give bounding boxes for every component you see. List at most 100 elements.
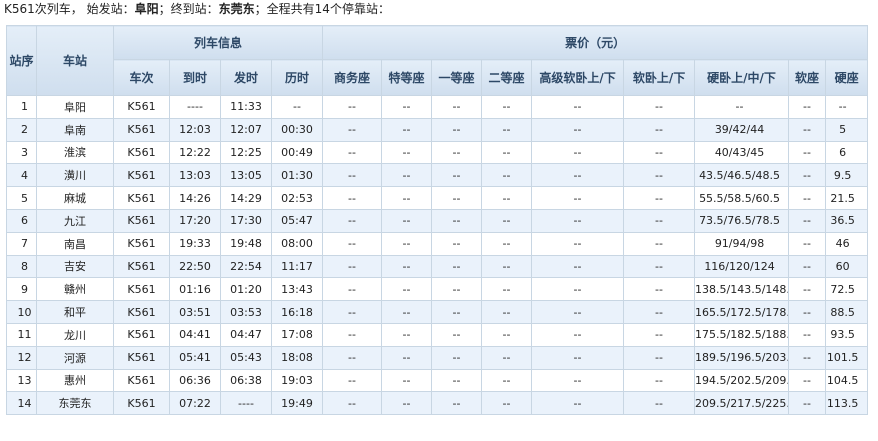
cell-station[interactable]: 龙川 (36, 322, 114, 347)
cell-hard-seat: 5 (825, 117, 869, 142)
cell-special-seat: -- (381, 391, 433, 416)
table-row: 3 淮滨 K561 12:22 12:25 00:49 -- -- -- -- -- -- 40/43/… (6, 140, 869, 165)
cell-seq: 8 (6, 254, 37, 279)
cell-deluxe-soft-sleeper: -- (531, 391, 625, 416)
cell-business-seat: -- (322, 208, 383, 233)
cell-station[interactable]: 东莞东 (36, 391, 114, 416)
cell-duration: 16:18 (270, 300, 324, 324)
cell-duration: 08:00 (270, 231, 324, 256)
header-soft-seat: 软座 (788, 59, 827, 96)
table-row: 5 麻城 K561 14:26 14:29 02:53 -- -- -- -- -- -- 55.5/5… (6, 186, 869, 210)
table-row: 7 南昌 K561 19:33 19:48 08:00 -- -- -- -- -- -- 91/94/… (6, 231, 869, 256)
cell-arrive: 12:03 (169, 117, 221, 142)
cell-arrive: 03:51 (169, 300, 221, 324)
train-summary: K561次列车， 始发站：阜阳；终到站：东莞东；全程共有14个停靠站： (4, 1, 390, 17)
cell-soft-seat: -- (788, 368, 827, 393)
cell-station[interactable]: 阜南 (36, 117, 114, 142)
cell-hard-seat: 9.5 (825, 163, 869, 188)
cell-soft-seat: -- (788, 254, 827, 279)
cell-arrive: 22:50 (169, 254, 221, 279)
cell-hard-seat: 101.5 (825, 345, 869, 370)
cell-first-class: -- (431, 391, 483, 416)
cell-special-seat: -- (381, 186, 433, 210)
cell-train-no: K561 (113, 277, 170, 302)
cell-hard-sleeper: 43.5/46.5/48.5 (694, 163, 790, 188)
cell-arrive: 01:16 (169, 277, 221, 302)
table-row: 14 东莞东 K561 07:22 ---- 19:49 -- -- -- -- -- -- 209.5… (6, 391, 869, 416)
cell-hard-sleeper: 116/120/124 (694, 254, 790, 279)
cell-seq: 1 (6, 95, 37, 119)
cell-seq: 11 (6, 322, 37, 347)
cell-depart: 01:20 (220, 277, 272, 302)
cell-hard-seat: 36.5 (825, 208, 869, 233)
cell-arrive: 13:03 (169, 163, 221, 188)
header-special-seat: 特等座 (381, 59, 433, 96)
cell-business-seat: -- (322, 186, 383, 210)
cell-depart: 03:53 (220, 300, 272, 324)
cell-first-class: -- (431, 186, 483, 210)
header-business-seat: 商务座 (322, 59, 383, 96)
cell-depart: 12:07 (220, 117, 272, 142)
cell-train-no: K561 (113, 345, 170, 370)
cell-second-class: -- (481, 345, 533, 370)
header-soft-sleeper: 软卧上/下 (623, 59, 696, 96)
cell-soft-sleeper: -- (623, 300, 696, 324)
cell-soft-seat: -- (788, 300, 827, 324)
cell-second-class: -- (481, 163, 533, 188)
cell-station[interactable]: 吉安 (36, 254, 114, 279)
cell-hard-seat: 113.5 (825, 391, 869, 416)
cell-special-seat: -- (381, 368, 433, 393)
cell-duration: 02:53 (270, 186, 324, 210)
cell-station[interactable]: 河源 (36, 345, 114, 370)
cell-depart: 04:47 (220, 322, 272, 347)
train-number-text: K561次列车， (4, 2, 83, 16)
header-fare: 票价（元） (322, 25, 869, 60)
cell-deluxe-soft-sleeper: -- (531, 208, 625, 233)
cell-deluxe-soft-sleeper: -- (531, 231, 625, 256)
cell-seq: 12 (6, 345, 37, 370)
cell-station[interactable]: 淮滨 (36, 140, 114, 165)
cell-soft-sleeper: -- (623, 231, 696, 256)
cell-station[interactable]: 麻城 (36, 186, 114, 210)
cell-soft-sleeper: -- (623, 117, 696, 142)
table-row: 1 阜阳 K561 ---- 11:33 -- -- -- -- -- -- -- -- -- -- (6, 95, 869, 119)
cell-soft-seat: -- (788, 345, 827, 370)
cell-second-class: -- (481, 391, 533, 416)
cell-first-class: -- (431, 322, 483, 347)
cell-train-no: K561 (113, 391, 170, 416)
cell-special-seat: -- (381, 300, 433, 324)
cell-special-seat: -- (381, 95, 433, 119)
cell-deluxe-soft-sleeper: -- (531, 345, 625, 370)
cell-hard-seat: 93.5 (825, 322, 869, 347)
cell-duration: 01:30 (270, 163, 324, 188)
cell-station[interactable]: 惠州 (36, 368, 114, 393)
cell-hard-seat: 72.5 (825, 277, 869, 302)
header-first-class: 一等座 (431, 59, 483, 96)
cell-special-seat: -- (381, 345, 433, 370)
cell-deluxe-soft-sleeper: -- (531, 163, 625, 188)
cell-station[interactable]: 和平 (36, 300, 114, 324)
cell-depart: 13:05 (220, 163, 272, 188)
cell-soft-seat: -- (788, 186, 827, 210)
cell-business-seat: -- (322, 95, 383, 119)
cell-train-no: K561 (113, 208, 170, 233)
cell-second-class: -- (481, 231, 533, 256)
cell-station[interactable]: 阜阳 (36, 95, 114, 119)
cell-hard-seat: 6 (825, 140, 869, 165)
cell-seq: 9 (6, 277, 37, 302)
cell-station[interactable]: 南昌 (36, 231, 114, 256)
cell-station[interactable]: 赣州 (36, 277, 114, 302)
cell-deluxe-soft-sleeper: -- (531, 117, 625, 142)
cell-soft-seat: -- (788, 117, 827, 142)
cell-depart: 17:30 (220, 208, 272, 233)
cell-station[interactable]: 潢川 (36, 163, 114, 188)
cell-business-seat: -- (322, 140, 383, 165)
cell-depart: 19:48 (220, 231, 272, 256)
cell-deluxe-soft-sleeper: -- (531, 322, 625, 347)
cell-depart: 14:29 (220, 186, 272, 210)
cell-second-class: -- (481, 254, 533, 279)
cell-station[interactable]: 九江 (36, 208, 114, 233)
cell-second-class: -- (481, 300, 533, 324)
cell-arrive: ---- (169, 95, 221, 119)
cell-deluxe-soft-sleeper: -- (531, 368, 625, 393)
